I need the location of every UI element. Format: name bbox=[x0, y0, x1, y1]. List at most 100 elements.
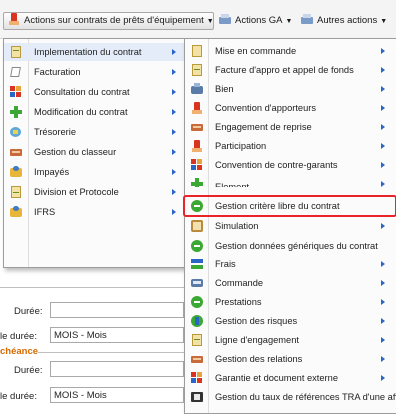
submenu-arrow-icon bbox=[381, 86, 385, 92]
duree-input[interactable] bbox=[50, 302, 184, 318]
submenu-item-commande[interactable]: Commande bbox=[185, 274, 396, 292]
submenu-item-prestations[interactable]: Prestations bbox=[185, 293, 396, 311]
submenu-arrow-icon bbox=[172, 169, 176, 175]
submenu-item-element[interactable]: Element bbox=[185, 175, 396, 187]
submenu-arrow-icon bbox=[381, 375, 385, 381]
submenu-item-bien[interactable]: Bien bbox=[185, 80, 396, 98]
treasury-icon bbox=[10, 126, 22, 138]
invoice-icon bbox=[10, 66, 22, 78]
unite-duree2-label: le durée: bbox=[0, 391, 37, 402]
menu-item-classeur[interactable]: Gestion du classeur bbox=[4, 143, 184, 161]
submenu-item-participation[interactable]: Participation bbox=[185, 137, 396, 155]
unite-duree-label: le durée: bbox=[0, 331, 37, 342]
submenu-item-taux-tra[interactable]: Gestion du taux de références TRA d'une … bbox=[185, 388, 396, 406]
submenu-arrow-icon bbox=[381, 280, 385, 286]
order-icon bbox=[191, 45, 203, 57]
submenu-arrow-icon bbox=[381, 124, 385, 130]
contracts-actions-button[interactable]: Actions sur contrats de prêts d'équipeme… bbox=[3, 12, 214, 30]
unite-duree-value: MOIS - Mois bbox=[54, 330, 107, 341]
other-actions-button[interactable]: Autres actions ▼ bbox=[301, 12, 387, 29]
submenu-item-garantie[interactable]: Garantie et document externe bbox=[185, 369, 396, 387]
fieldset-border bbox=[0, 287, 184, 288]
unite-duree2-select[interactable]: MOIS - Mois bbox=[50, 387, 184, 403]
division-icon bbox=[10, 186, 22, 198]
submenu-item-engagement-reprise[interactable]: Engagement de reprise bbox=[185, 118, 396, 136]
submenu-arrow-icon bbox=[381, 318, 385, 324]
submenu-arrow-icon bbox=[381, 356, 385, 362]
cart-icon bbox=[191, 277, 203, 289]
green-circle-icon bbox=[191, 296, 203, 308]
submenu-arrow-icon bbox=[381, 67, 385, 73]
submenu-arrow-icon bbox=[172, 69, 176, 75]
fees-icon bbox=[191, 258, 203, 270]
submenu-item-critere-libre[interactable]: Gestion critère libre du contrat bbox=[185, 197, 396, 215]
green-circle-icon bbox=[191, 240, 203, 252]
submenu-arrow-icon bbox=[172, 189, 176, 195]
submenu-arrow-icon bbox=[172, 89, 176, 95]
submenu-item-contre-garants[interactable]: Convention de contre-garants bbox=[185, 156, 396, 174]
fieldset-border bbox=[38, 352, 184, 353]
submenu-arrow-icon bbox=[381, 48, 385, 54]
invoice-doc-icon bbox=[191, 64, 203, 76]
menu-item-tresorerie[interactable]: Trésorerie bbox=[4, 123, 184, 141]
submenu-arrow-icon bbox=[381, 223, 385, 229]
submenu-item-donnees-generiques[interactable]: Gestion données génériques du contrat bbox=[185, 237, 396, 255]
contract-actions-icon bbox=[8, 13, 20, 25]
guarantee-icon bbox=[191, 372, 203, 384]
consult-icon bbox=[10, 86, 22, 98]
submenu-arrow-icon bbox=[172, 129, 176, 135]
simulation-icon bbox=[191, 220, 203, 232]
contracts-actions-label: Actions sur contrats de prêts d'équipeme… bbox=[24, 15, 204, 26]
top-toolbar: Actions sur contrats de prêts d'équipeme… bbox=[0, 0, 396, 39]
menu-item-implementation[interactable]: Implementation du contrat bbox=[4, 43, 184, 61]
contract-icon bbox=[10, 46, 22, 58]
submenu-arrow-icon bbox=[381, 299, 385, 305]
menu-item-consultation[interactable]: Consultation du contrat bbox=[4, 83, 184, 101]
submenu-item-risques[interactable]: Gestion des risques bbox=[185, 312, 396, 330]
submenu-arrow-icon bbox=[381, 181, 385, 187]
implementation-submenu: Mise en commande Facture d'appro et appe… bbox=[184, 38, 396, 414]
ga-folder-icon bbox=[219, 13, 231, 25]
binder-icon bbox=[191, 353, 203, 365]
ifrs-icon bbox=[10, 206, 22, 218]
unpaid-icon bbox=[10, 166, 22, 178]
submenu-arrow-icon bbox=[381, 162, 385, 168]
binder-icon bbox=[191, 121, 203, 133]
submenu-arrow-icon bbox=[381, 143, 385, 149]
contracts-actions-menu: Implementation du contrat Facturation Co… bbox=[3, 38, 185, 268]
submenu-arrow-icon bbox=[172, 149, 176, 155]
submenu-item-mise-en-commande[interactable]: Mise en commande bbox=[185, 42, 396, 60]
submenu-arrow-icon bbox=[172, 209, 176, 215]
submenu-item-facture-appro[interactable]: Facture d'appro et appel de fonds bbox=[185, 61, 396, 79]
echeance-legend: chéance bbox=[0, 346, 39, 357]
submenu-arrow-icon bbox=[381, 337, 385, 343]
plus-icon bbox=[10, 106, 22, 118]
submenu-arrow-icon bbox=[172, 109, 176, 115]
unite-duree-select[interactable]: MOIS - Mois bbox=[50, 327, 184, 343]
unite-duree2-value: MOIS - Mois bbox=[54, 390, 107, 401]
chevron-down-icon: ▼ bbox=[380, 18, 388, 25]
participation-icon bbox=[191, 140, 203, 152]
menu-item-ifrs[interactable]: IFRS bbox=[4, 203, 184, 221]
chevron-down-icon: ▼ bbox=[285, 18, 293, 25]
risk-icon bbox=[191, 315, 203, 327]
submenu-item-relations[interactable]: Gestion des relations bbox=[185, 350, 396, 368]
commitment-icon bbox=[191, 334, 203, 346]
menu-item-division[interactable]: Division et Protocole bbox=[4, 183, 184, 201]
duree2-input[interactable] bbox=[50, 361, 184, 377]
menu-item-impayes[interactable]: Impayés bbox=[4, 163, 184, 181]
duree-label: Durée: bbox=[14, 306, 43, 317]
submenu-item-simulation[interactable]: Simulation bbox=[185, 217, 396, 235]
asset-icon bbox=[191, 83, 203, 95]
duree2-label: Durée: bbox=[14, 365, 43, 376]
submenu-item-frais[interactable]: Frais bbox=[185, 255, 396, 273]
ga-actions-button[interactable]: Actions GA ▼ bbox=[219, 12, 292, 29]
other-actions-label: Autres actions bbox=[317, 15, 378, 26]
convention-icon bbox=[191, 102, 203, 114]
plus-icon bbox=[191, 178, 203, 187]
submenu-item-ligne-engagement[interactable]: Ligne d'engagement bbox=[185, 331, 396, 349]
menu-item-facturation[interactable]: Facturation bbox=[4, 63, 184, 81]
submenu-item-convention-apporteurs[interactable]: Convention d'apporteurs bbox=[185, 99, 396, 117]
green-circle-icon bbox=[191, 200, 203, 212]
menu-item-modification[interactable]: Modification du contrat bbox=[4, 103, 184, 121]
